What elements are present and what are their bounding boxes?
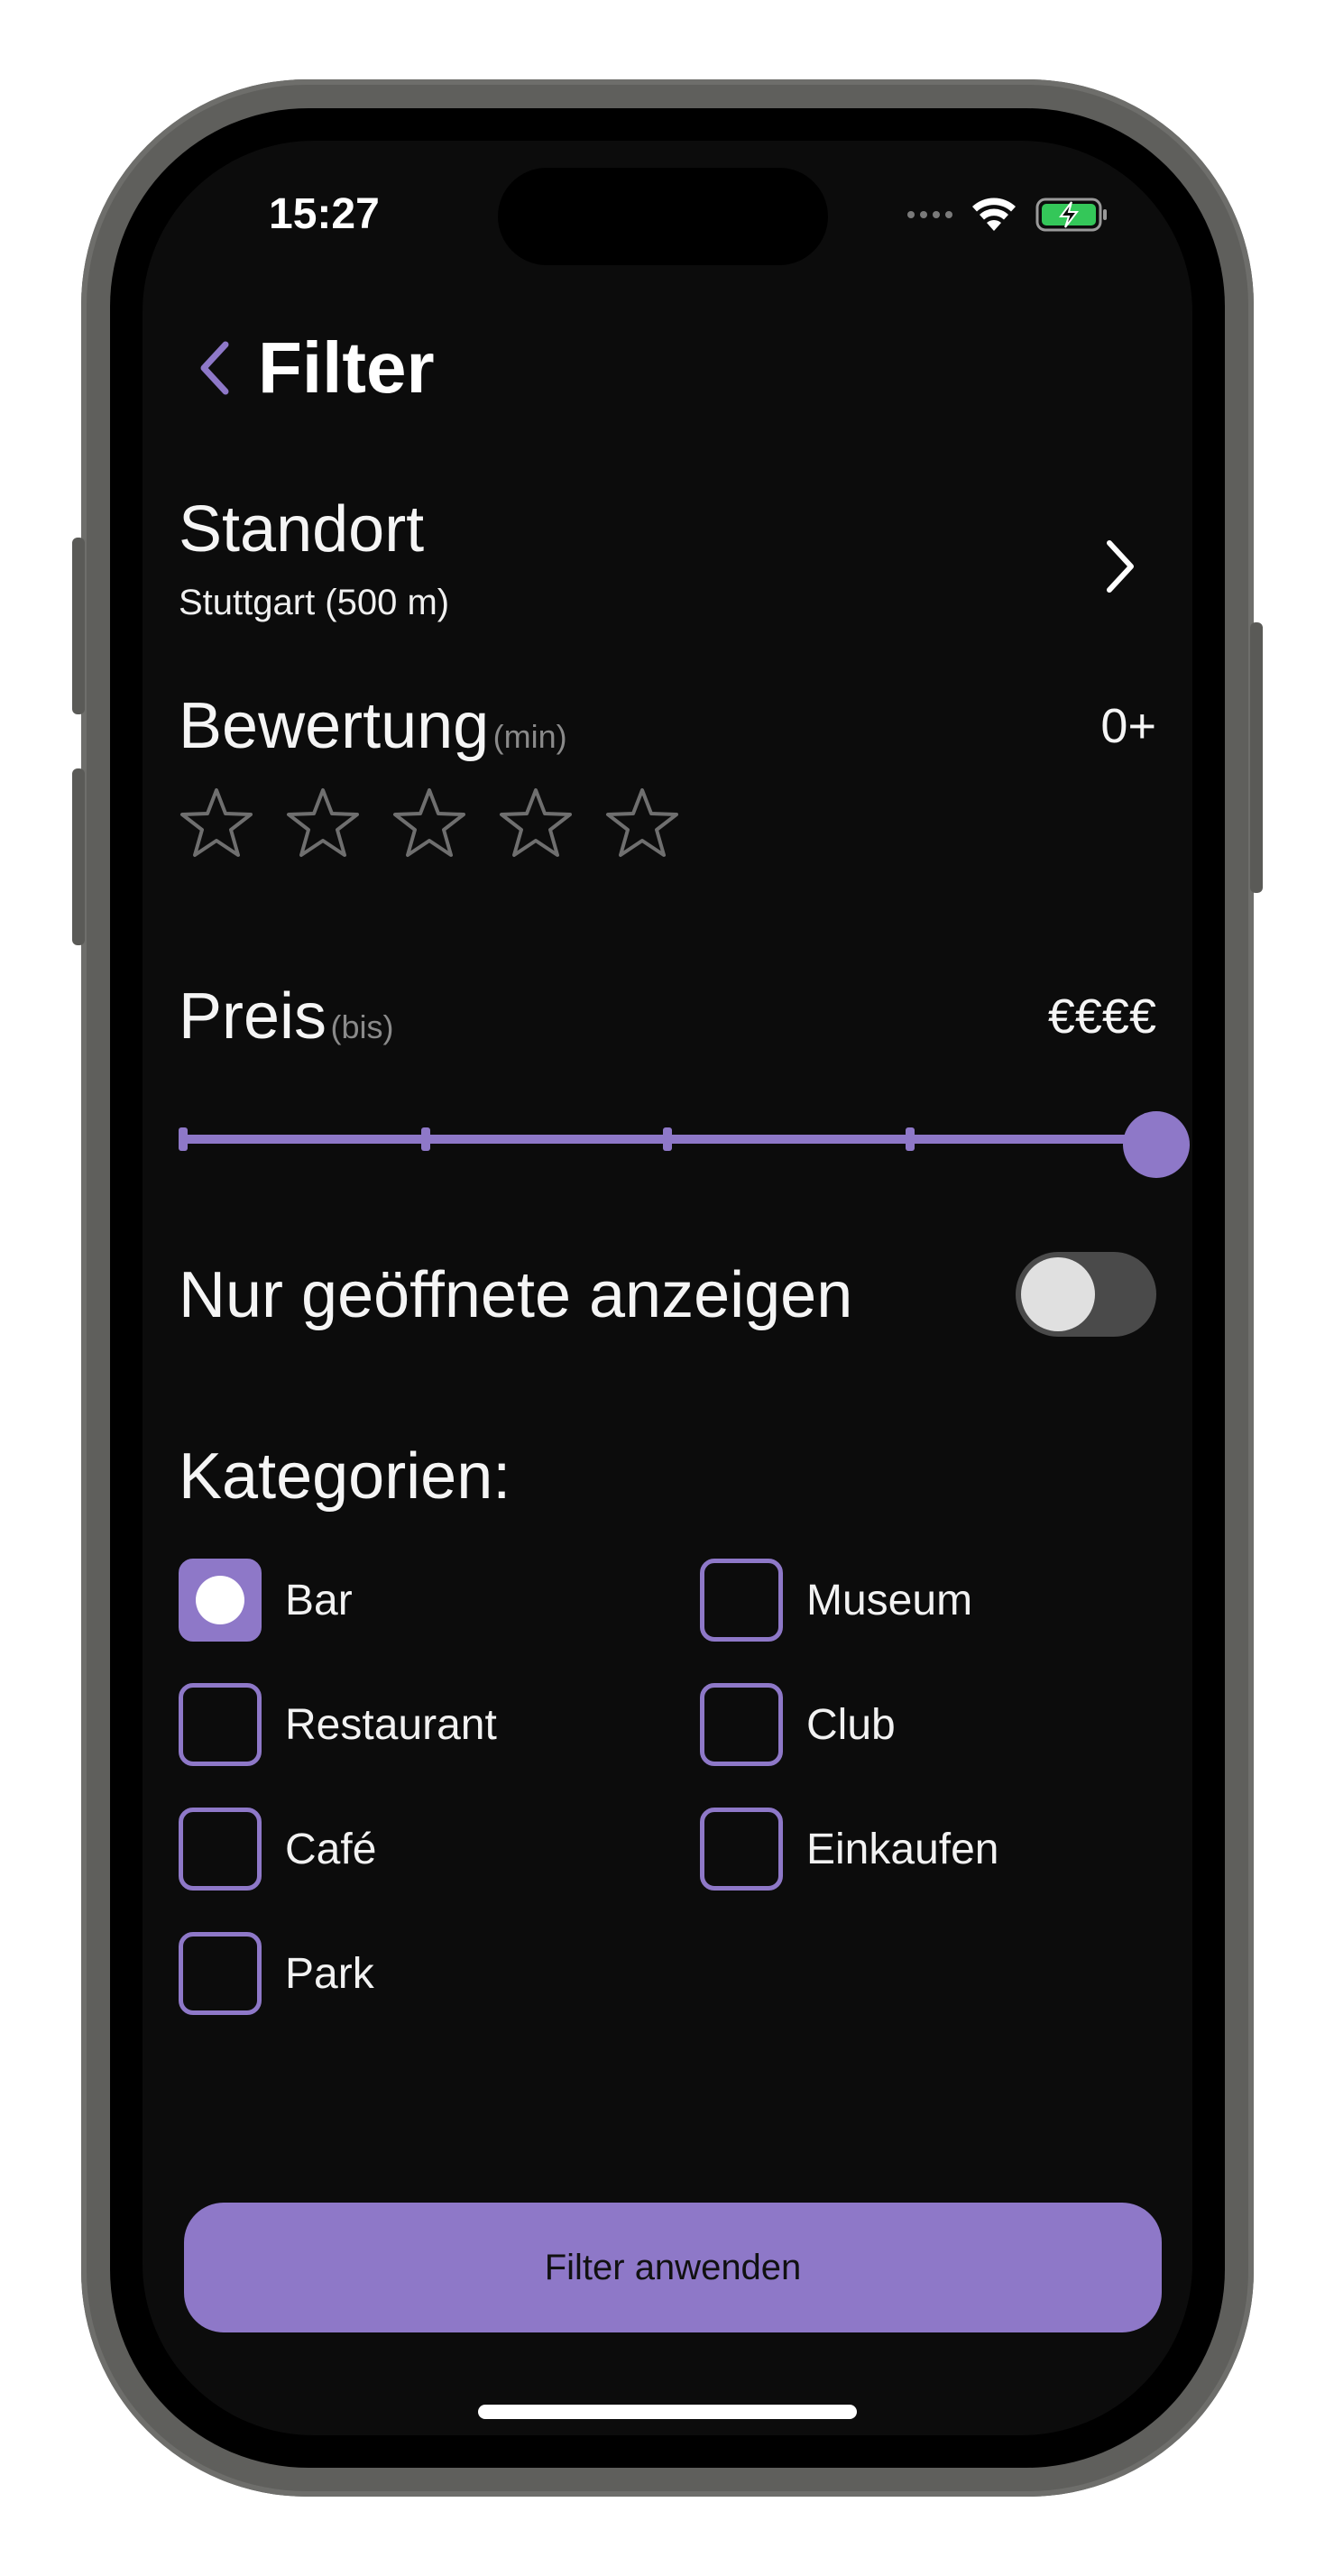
category-item[interactable]: Park [179, 1930, 374, 2017]
status-time: 15:27 [269, 190, 380, 238]
price-slider-tick [179, 1127, 188, 1151]
rating-title: Bewertung [179, 690, 490, 762]
category-checkbox[interactable] [179, 1683, 262, 1766]
back-chevron-icon[interactable] [197, 339, 233, 397]
location-row[interactable]: Standort Stuttgart (500 m) [179, 492, 1156, 637]
cellular-signal-icon [907, 211, 952, 218]
star-icon[interactable] [391, 787, 467, 859]
wifi-icon [972, 198, 1016, 231]
price-value: €€€€ [1047, 989, 1156, 1044]
category-item[interactable]: Einkaufen [700, 1806, 999, 1892]
price-slider[interactable] [179, 1111, 1190, 1178]
category-item[interactable]: Café [179, 1806, 376, 1892]
price-title: Preis [179, 980, 327, 1053]
action-button [72, 538, 85, 714]
open-only-label: Nur geöffnete anzeigen [179, 1259, 853, 1331]
category-label: Einkaufen [806, 1825, 999, 1873]
category-item[interactable]: Club [700, 1681, 896, 1768]
category-label: Club [806, 1700, 896, 1749]
price-slider-tick [663, 1127, 672, 1151]
category-checkbox[interactable] [179, 1808, 262, 1891]
rating-note: (min) [492, 718, 567, 755]
page-title: Filter [258, 327, 435, 408]
battery-charging-icon [1035, 198, 1107, 232]
rating-value: 0+ [1100, 699, 1156, 753]
category-checkbox[interactable] [179, 1559, 262, 1642]
category-label: Bar [285, 1576, 353, 1624]
categories-title: Kategorien: [179, 1440, 511, 1513]
categories-header: Kategorien: [179, 1440, 1156, 1513]
app-screen: 15:27 Filter Standort Stuttgart (500 m) [143, 141, 1192, 2435]
open-only-row: Nur geöffnete anzeigen [179, 1252, 1156, 1342]
star-icon[interactable] [285, 787, 361, 859]
location-value: Stuttgart (500 m) [179, 583, 450, 622]
price-slider-tick [905, 1127, 915, 1151]
star-icon[interactable] [498, 787, 574, 859]
category-checkbox[interactable] [700, 1683, 783, 1766]
chevron-right-icon[interactable] [1104, 538, 1136, 595]
star-icon[interactable] [604, 787, 680, 859]
category-label: Park [285, 1949, 374, 1998]
navigation-bar: Filter [197, 327, 435, 409]
star-icon[interactable] [179, 787, 254, 859]
toggle-knob [1021, 1257, 1095, 1331]
location-title: Standort [179, 493, 425, 566]
category-label: Restaurant [285, 1700, 497, 1749]
status-icons [907, 197, 1109, 233]
price-section: Preis (bis) €€€€ [179, 980, 1190, 1187]
power-button [1250, 622, 1263, 893]
price-slider-thumb[interactable] [1123, 1111, 1190, 1178]
category-item[interactable]: Museum [700, 1557, 972, 1643]
category-label: Café [285, 1825, 377, 1873]
category-checkbox[interactable] [700, 1808, 783, 1891]
volume-button [72, 768, 85, 945]
rating-stars[interactable] [179, 787, 1156, 859]
dynamic-island [498, 168, 828, 265]
category-checkbox[interactable] [700, 1559, 783, 1642]
home-indicator [478, 2405, 857, 2419]
category-label: Museum [806, 1576, 973, 1624]
open-only-toggle[interactable] [1016, 1252, 1156, 1337]
price-slider-tick [420, 1127, 430, 1151]
rating-section: Bewertung (min) 0+ [179, 689, 1156, 857]
category-item[interactable]: Restaurant [179, 1681, 497, 1768]
price-note: (bis) [330, 1008, 394, 1045]
category-checkbox[interactable] [179, 1932, 262, 2015]
category-item[interactable]: Bar [179, 1557, 353, 1643]
apply-filter-button[interactable]: Filter anwenden [184, 2203, 1162, 2332]
